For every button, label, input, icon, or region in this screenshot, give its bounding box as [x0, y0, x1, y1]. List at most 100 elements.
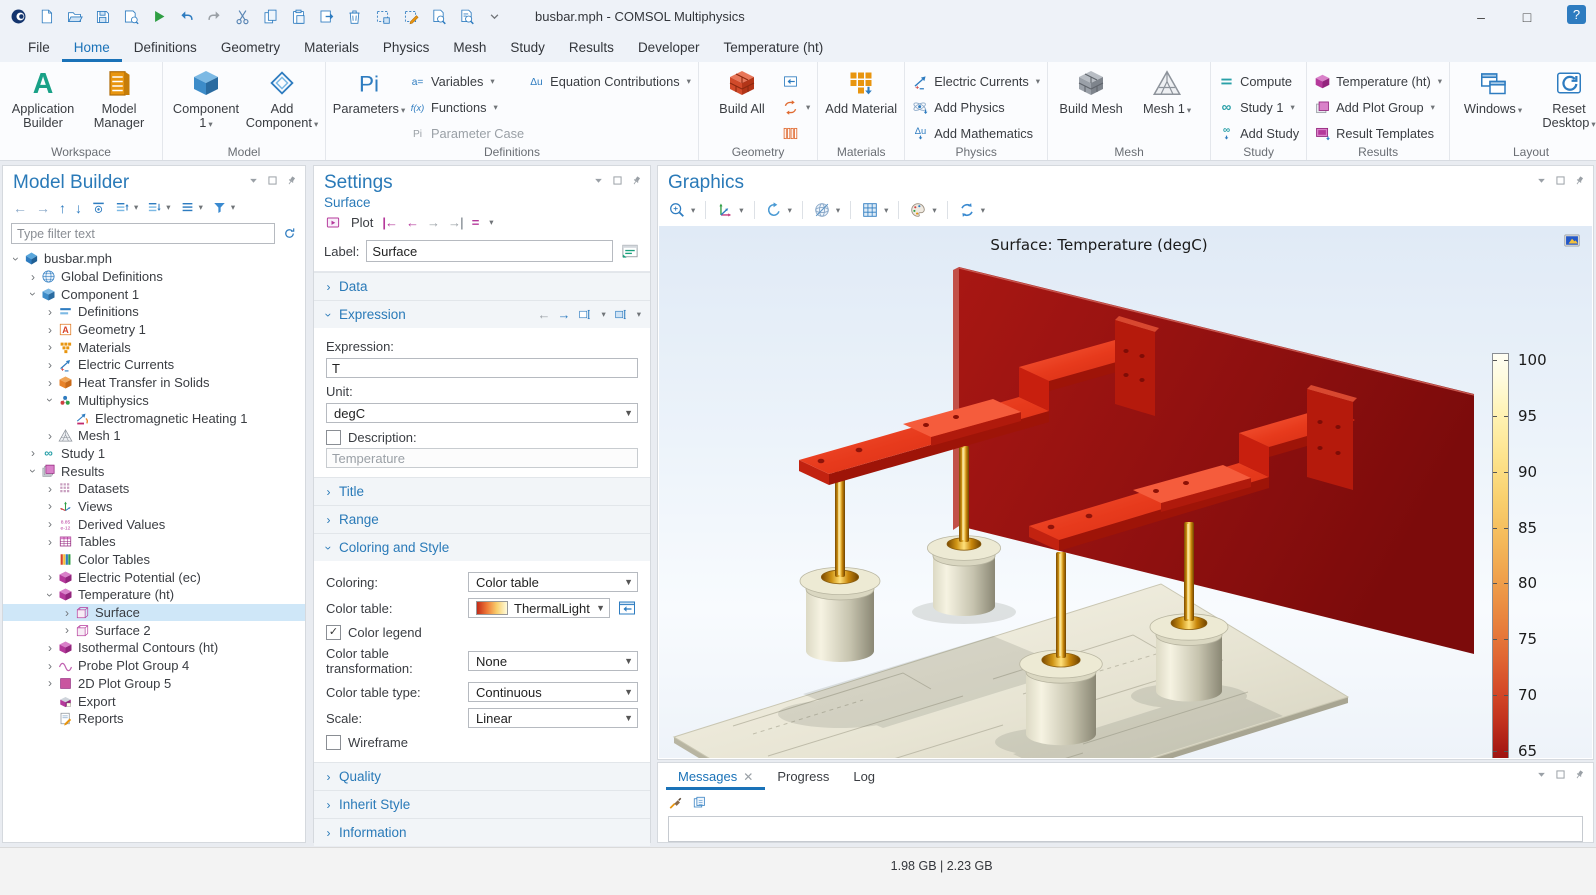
expand-all-button[interactable]: ▾ — [147, 200, 170, 215]
plot-when-icon[interactable]: = — [472, 215, 479, 230]
doc-search-alt-button[interactable] — [454, 5, 479, 29]
add-mathematics-button[interactable]: ΔuAdd Mathematics — [912, 122, 1040, 145]
section-quality[interactable]: › Quality — [314, 762, 650, 790]
add-study-button[interactable]: ∞Add Study — [1218, 122, 1299, 145]
expander-icon[interactable]: › — [43, 642, 57, 654]
hdr-float-icon[interactable] — [1555, 175, 1566, 186]
expander-icon[interactable]: › — [27, 287, 39, 301]
hdr-caret-icon[interactable] — [1536, 175, 1547, 186]
expander-icon[interactable]: › — [43, 430, 57, 442]
undo-button[interactable] — [174, 5, 199, 29]
label-input[interactable] — [366, 240, 613, 262]
tree-item-electric-potential-ec[interactable]: ›Electric Potential (ec) — [3, 568, 305, 586]
minimize-button[interactable]: – — [1458, 0, 1504, 33]
section-information[interactable]: › Information — [314, 818, 650, 846]
toolbar-chevron-button[interactable] — [482, 5, 507, 29]
compute-button[interactable]: Compute — [1218, 70, 1299, 93]
expander-icon[interactable]: › — [43, 306, 57, 318]
functions-button[interactable]: f(x)Functions▾ — [409, 96, 524, 119]
help-button[interactable]: ? — [1567, 5, 1586, 24]
expander-icon[interactable]: › — [27, 464, 39, 478]
tab-messages[interactable]: Messages✕ — [666, 763, 765, 790]
tree-item-surface[interactable]: ›Surface — [3, 604, 305, 622]
tree-item-reports[interactable]: Reports — [3, 710, 305, 728]
expander-icon[interactable]: › — [43, 677, 57, 689]
section-expression[interactable]: › Expression ← → ▾ ▾ — [314, 300, 650, 328]
tree-item-mesh-1[interactable]: ›Mesh 1 — [3, 427, 305, 445]
section-data[interactable]: › Data — [314, 272, 650, 300]
update-plot-button[interactable]: ▾ — [958, 201, 985, 219]
plot-next-icon[interactable]: → — [427, 215, 439, 230]
copy-table-icon[interactable] — [692, 795, 707, 810]
expander-icon[interactable]: › — [43, 536, 57, 548]
hdr-pin-icon[interactable] — [631, 175, 642, 186]
redo-button[interactable] — [202, 5, 227, 29]
tree-item-geometry-1[interactable]: ›AGeometry 1 — [3, 321, 305, 339]
build-all-button[interactable]: Build All — [706, 67, 778, 116]
expander-icon[interactable]: › — [43, 324, 57, 336]
forward-button[interactable]: → — [36, 201, 50, 215]
plot-first-icon[interactable]: |← — [382, 215, 397, 230]
delete-button[interactable] — [342, 5, 367, 29]
color-theme-button[interactable]: ▾ — [909, 201, 936, 219]
show-button[interactable] — [91, 200, 106, 215]
tab-log[interactable]: Log — [841, 763, 887, 790]
application-builder-button[interactable]: AApplication Builder — [7, 67, 79, 131]
back-button[interactable]: ← — [13, 201, 27, 215]
hdr-pin-icon[interactable] — [286, 175, 297, 186]
temperature-ht-button[interactable]: Temperature (ht)▾ — [1314, 70, 1442, 93]
tree-item-color-tables[interactable]: Color Tables — [3, 551, 305, 569]
expander-icon[interactable]: › — [44, 393, 56, 407]
description-input[interactable] — [326, 448, 638, 468]
component-1-button[interactable]: Component 1▾ — [170, 67, 242, 131]
build-mesh-button[interactable]: Build Mesh — [1055, 67, 1127, 116]
coloring-combobox[interactable]: Color table ▼ — [468, 572, 638, 592]
plot-previous-icon[interactable]: ← — [406, 215, 418, 230]
plot-button-label[interactable]: Plot — [351, 215, 373, 230]
hdr-caret-icon[interactable] — [1536, 769, 1547, 780]
equation-contributions-button[interactable]: ΔuEquation Contributions▾ — [528, 70, 691, 93]
mesh-1-button[interactable]: Mesh 1▾ — [1131, 67, 1203, 116]
tree-item-electric-currents[interactable]: ›+Electric Currents — [3, 356, 305, 374]
expander-icon[interactable]: › — [43, 377, 57, 389]
partition-icon-button[interactable] — [782, 122, 810, 145]
tree-item-results[interactable]: ›Results — [3, 462, 305, 480]
expander-icon[interactable]: › — [26, 271, 40, 283]
run-button[interactable] — [146, 5, 171, 29]
menu-results[interactable]: Results — [557, 33, 626, 62]
new-file-button[interactable] — [34, 5, 59, 29]
tree-item-export[interactable]: Export — [3, 692, 305, 710]
chevron-down-icon[interactable]: ▾ — [637, 309, 641, 320]
tree-item-global-definitions[interactable]: ›Global Definitions — [3, 268, 305, 286]
transform-combobox[interactable]: None ▼ — [468, 651, 638, 671]
menu-temperature-ht[interactable]: Temperature (ht) — [711, 33, 835, 62]
expander-icon[interactable]: › — [43, 571, 57, 583]
parameters-button[interactable]: PiParameters▾ — [333, 67, 405, 116]
import-icon-button[interactable] — [782, 70, 810, 93]
tree-item-views[interactable]: ›Views — [3, 498, 305, 516]
node-order-button[interactable]: ▾ — [180, 200, 203, 215]
plot-last-icon[interactable]: →| — [448, 215, 463, 230]
tree-item-electromagnetic-heating-1[interactable]: Electromagnetic Heating 1 — [3, 409, 305, 427]
busbar-3d-model[interactable] — [663, 264, 1493, 758]
scene-light-button[interactable]: ▾ — [813, 201, 840, 219]
close-icon[interactable]: ✕ — [743, 770, 753, 784]
graphics-canvas[interactable]: Surface: Temperature (degC) — [659, 226, 1592, 758]
zoom-extents-button[interactable]: ▾ — [668, 201, 695, 219]
grid-button[interactable]: ▾ — [861, 201, 888, 219]
add-plot-group-button[interactable]: Add Plot Group▾ — [1314, 96, 1442, 119]
rename-icon[interactable] — [620, 242, 640, 261]
hdr-float-icon[interactable] — [1555, 769, 1566, 780]
unit-combobox[interactable]: degC ▼ — [326, 403, 638, 423]
go-to-default-view-button[interactable]: ▾ — [716, 201, 743, 219]
clear-brush-icon[interactable] — [668, 795, 683, 810]
expander-icon[interactable]: › — [10, 252, 22, 266]
tree-item-multiphysics[interactable]: ›Multiphysics — [3, 392, 305, 410]
color-legend-checkbox[interactable]: ✓ — [326, 625, 341, 640]
rebuild-icon-button[interactable]: ▾ — [782, 96, 810, 119]
description-checkbox[interactable] — [326, 430, 341, 445]
chevron-down-icon[interactable]: ▾ — [489, 217, 493, 228]
comsol-logo-button[interactable] — [6, 5, 31, 29]
refresh-icon[interactable] — [282, 226, 297, 241]
menu-physics[interactable]: Physics — [371, 33, 442, 62]
